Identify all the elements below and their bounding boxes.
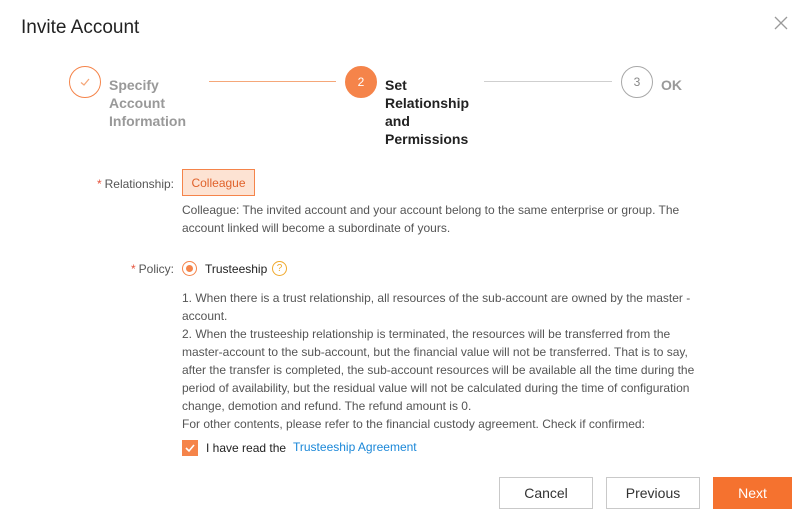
step-1-check-icon [69,66,101,98]
cancel-button[interactable]: Cancel [499,477,593,509]
step-3-label: OK [661,77,682,93]
step-connector-1 [209,81,336,82]
agreement-label: I have read the [206,441,287,455]
relationship-colleague-option[interactable]: Colleague [182,169,255,196]
policy-description: 1. When there is a trust relationship, a… [182,291,695,431]
step-3-circle: 3 [621,66,653,98]
trusteeship-agreement-link[interactable]: Trusteeship Agreement [293,440,417,454]
relationship-description: Colleague: The invited account and your … [182,203,680,235]
trusteeship-radio[interactable] [182,261,197,276]
question-icon[interactable]: ? [272,261,287,276]
step-2-circle: 2 [345,66,377,98]
dialog-title: Invite Account [21,17,140,38]
invite-account-dialog: Invite Account Specify Account Informati… [0,0,812,526]
trusteeship-radio-label[interactable]: Trusteeship [205,262,267,276]
relationship-label: * Relationship: [96,177,174,191]
close-icon[interactable] [772,14,790,32]
step-1-label: Specify Account Information [109,77,186,129]
step-connector-2 [484,81,612,82]
previous-button[interactable]: Previous [606,477,700,509]
agreement-checkbox[interactable] [182,440,198,456]
next-button[interactable]: Next [713,477,792,509]
policy-label: * Policy: [130,262,174,276]
step-2-label: Set Relationship and Permissions [385,77,470,147]
